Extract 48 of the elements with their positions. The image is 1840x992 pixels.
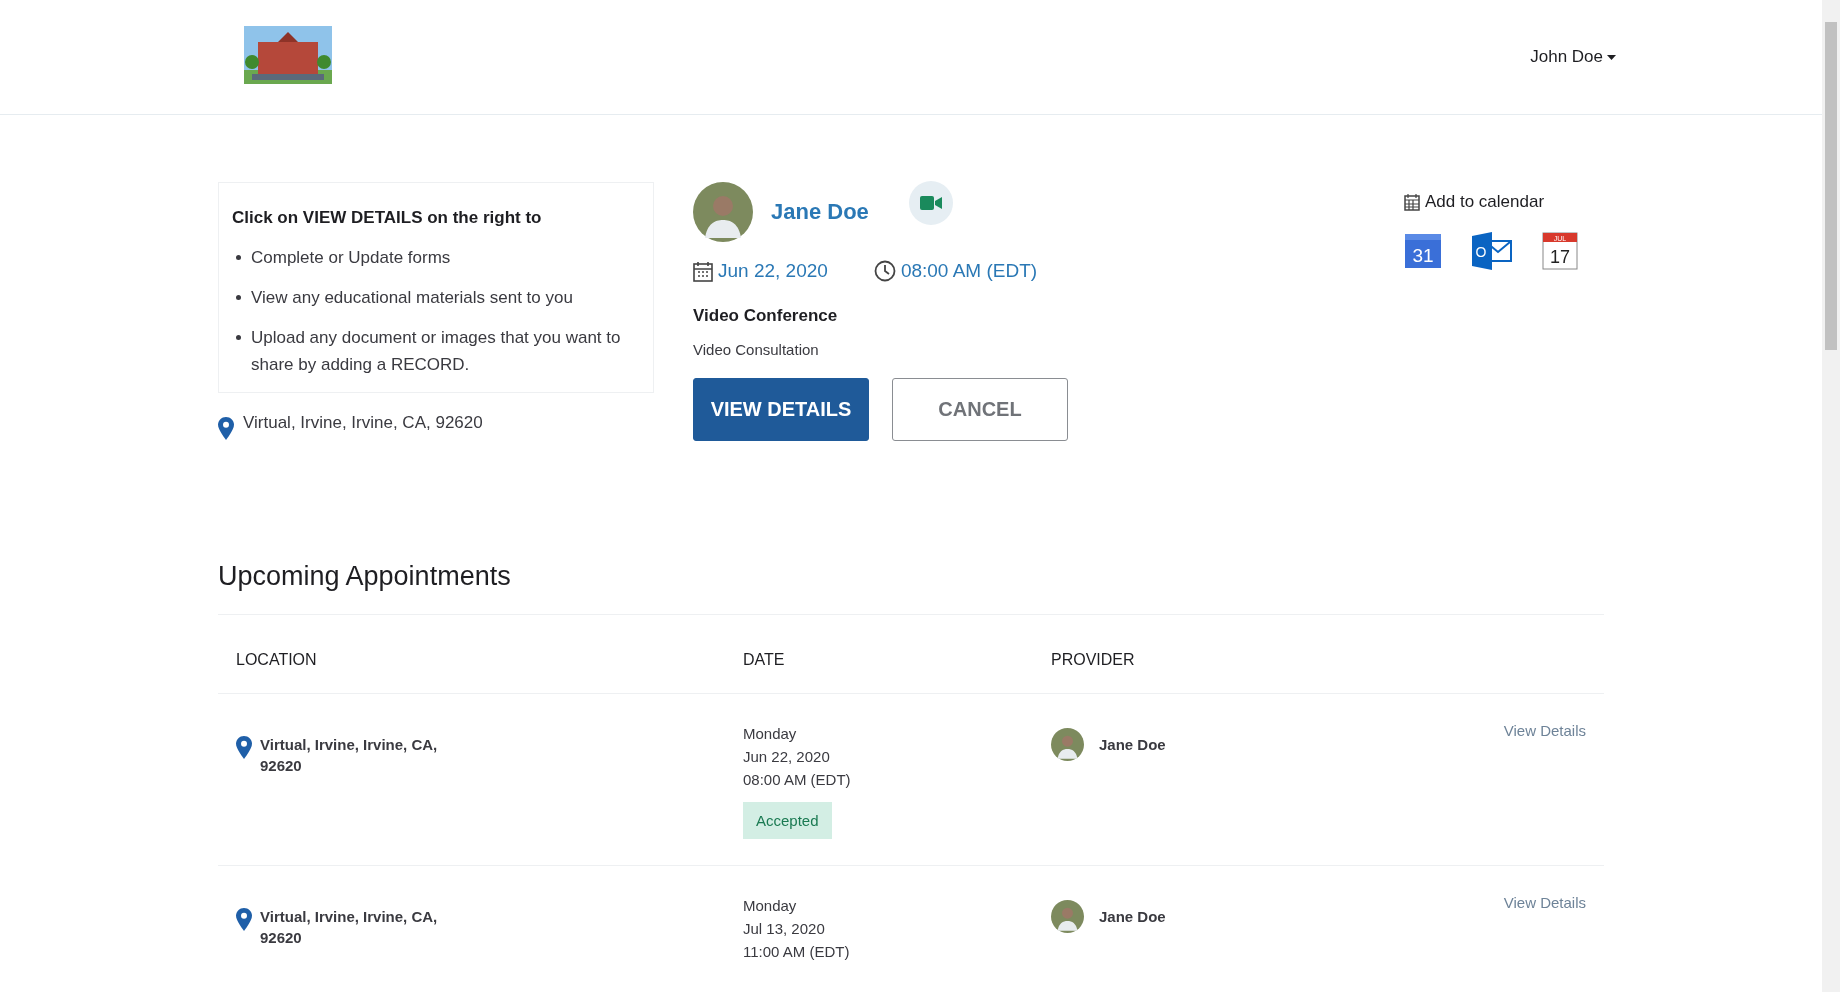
calendar-icon <box>693 260 713 282</box>
status-badge: Accepted <box>743 802 832 839</box>
location-text: Virtual, Irvine, Irvine, CA, 92620 <box>260 907 439 948</box>
calendar-icon[interactable]: 31 <box>1404 232 1442 270</box>
map-pin-icon <box>236 908 252 931</box>
bullet-icon <box>236 335 241 340</box>
weekday-text: Monday <box>743 896 798 916</box>
map-pin-icon <box>236 736 252 759</box>
user-menu[interactable]: John Doe <box>1524 46 1622 68</box>
add-to-calendar-label[interactable]: Add to calendar <box>1425 192 1545 212</box>
date-text: Jun 22, 2020 <box>743 747 831 767</box>
cancel-button[interactable]: CANCEL <box>892 378 1068 441</box>
time-text: 08:00 AM (EDT) <box>743 770 852 790</box>
location-text: Virtual, Irvine, Irvine, CA, 92620 <box>243 413 483 433</box>
calendar-icon <box>1404 193 1420 211</box>
instructions-title: Click on VIEW DETAILS on the right to <box>232 208 543 228</box>
provider-name: Jane Doe <box>1099 736 1166 753</box>
avatar-icon <box>693 182 753 242</box>
appointment-description: Video Consultation <box>693 341 820 358</box>
provider-column-header: PROVIDER <box>1051 651 1135 669</box>
caret-icon <box>1607 54 1616 60</box>
location-column-header: LOCATION <box>235 651 318 669</box>
bullet-icon <box>236 255 241 260</box>
avatar-icon <box>1051 900 1084 933</box>
clock-icon <box>873 260 896 282</box>
instruction-item: View any educational materials sent to you <box>251 287 573 309</box>
weekday-text: Monday <box>743 724 798 744</box>
school-building-logo[interactable] <box>244 26 332 84</box>
video-camera-icon[interactable] <box>908 181 953 225</box>
time-text: 11:00 AM (EDT) <box>743 942 851 962</box>
map-pin-icon <box>218 417 234 440</box>
appointment-time: 08:00 AM (EDT) <box>900 260 1038 282</box>
date-text: Jul 13, 2020 <box>743 919 826 939</box>
provider-name[interactable]: Jane Doe <box>771 199 869 225</box>
avatar-icon <box>1051 728 1084 761</box>
instruction-item: Upload any document or images that you want to share by adding a RECORD. <box>251 327 622 376</box>
view-details-link[interactable]: View Details <box>1503 722 1586 739</box>
appointment-date: Jun 22, 2020 <box>718 260 828 282</box>
location-text: Virtual, Irvine, Irvine, CA, 92620 <box>260 735 439 776</box>
date-column-header: DATE <box>743 651 786 669</box>
scrollbar-thumb[interactable] <box>1825 22 1837 350</box>
view-details-button[interactable]: VIEW DETAILS <box>693 378 869 441</box>
bullet-icon <box>236 295 241 300</box>
section-heading: Upcoming Appointments <box>218 561 511 593</box>
view-details-link[interactable]: View Details <box>1503 894 1586 911</box>
instruction-item: Complete or Update forms <box>251 247 451 269</box>
appointment-type: Video Conference <box>693 306 839 326</box>
provider-name: Jane Doe <box>1099 908 1166 925</box>
